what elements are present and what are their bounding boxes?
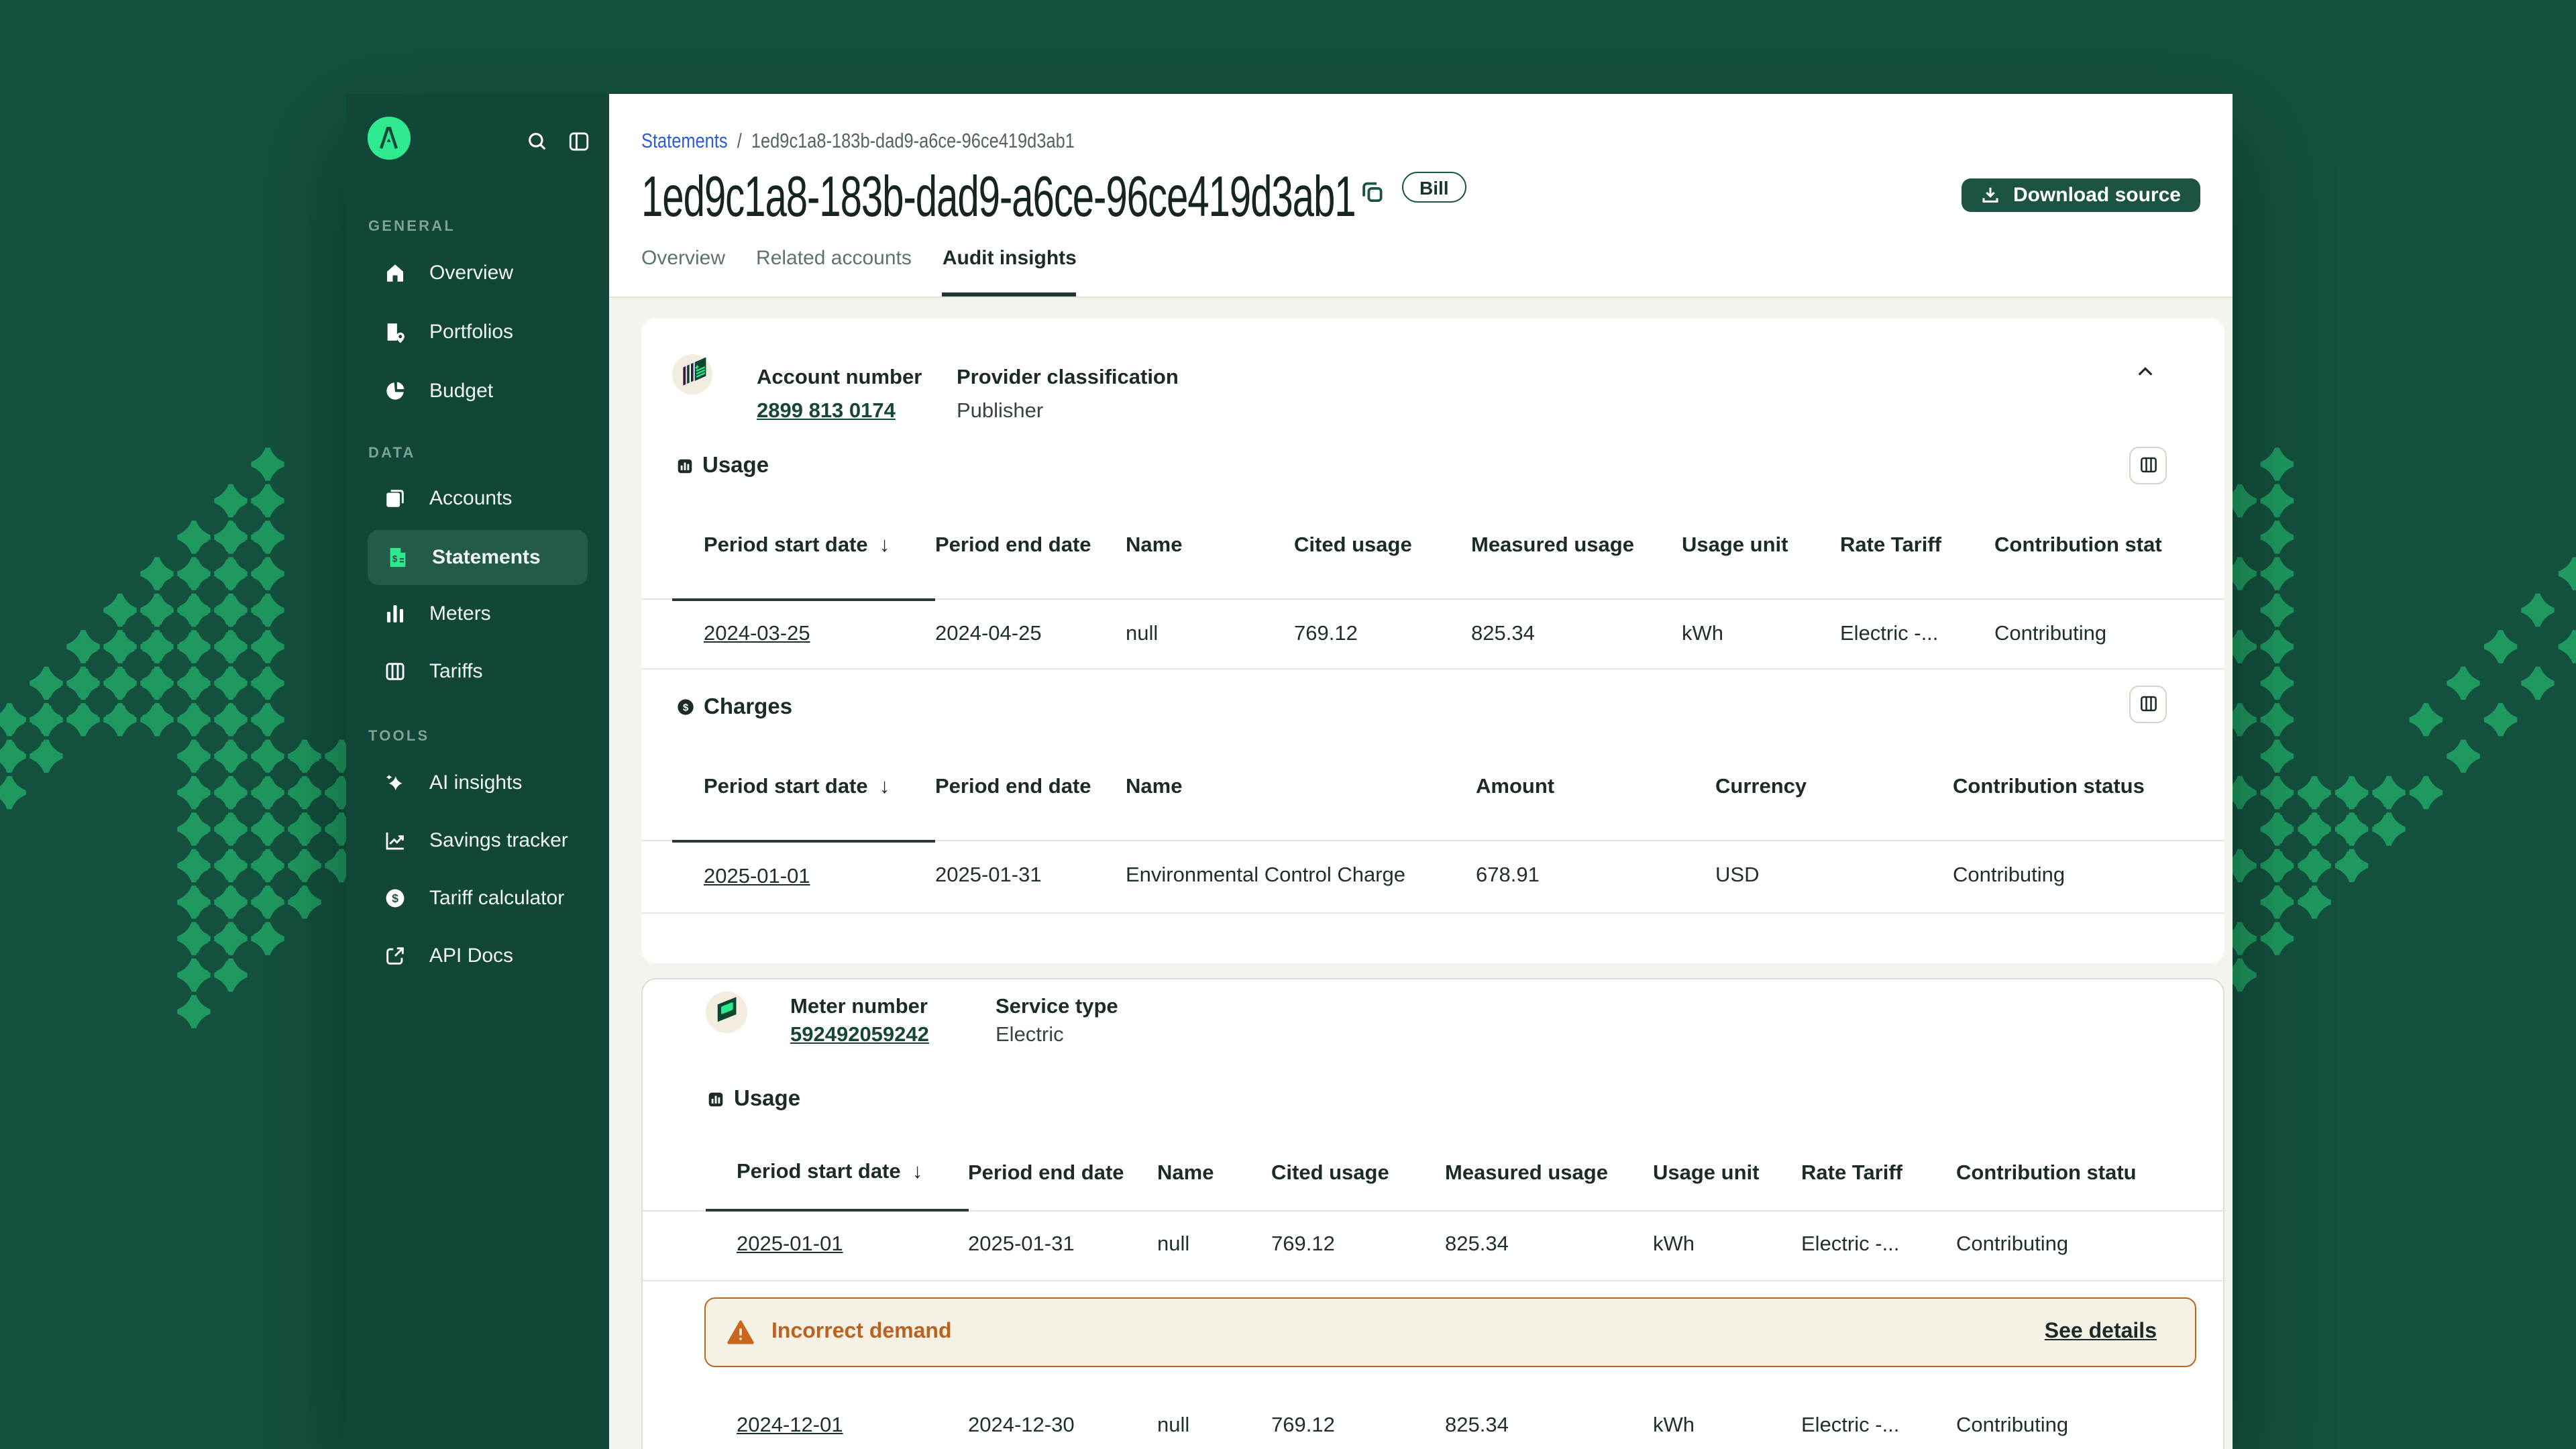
svg-text:$: $ <box>392 891 398 904</box>
svg-text:$: $ <box>682 702 688 714</box>
svg-text:$: $ <box>392 553 398 564</box>
